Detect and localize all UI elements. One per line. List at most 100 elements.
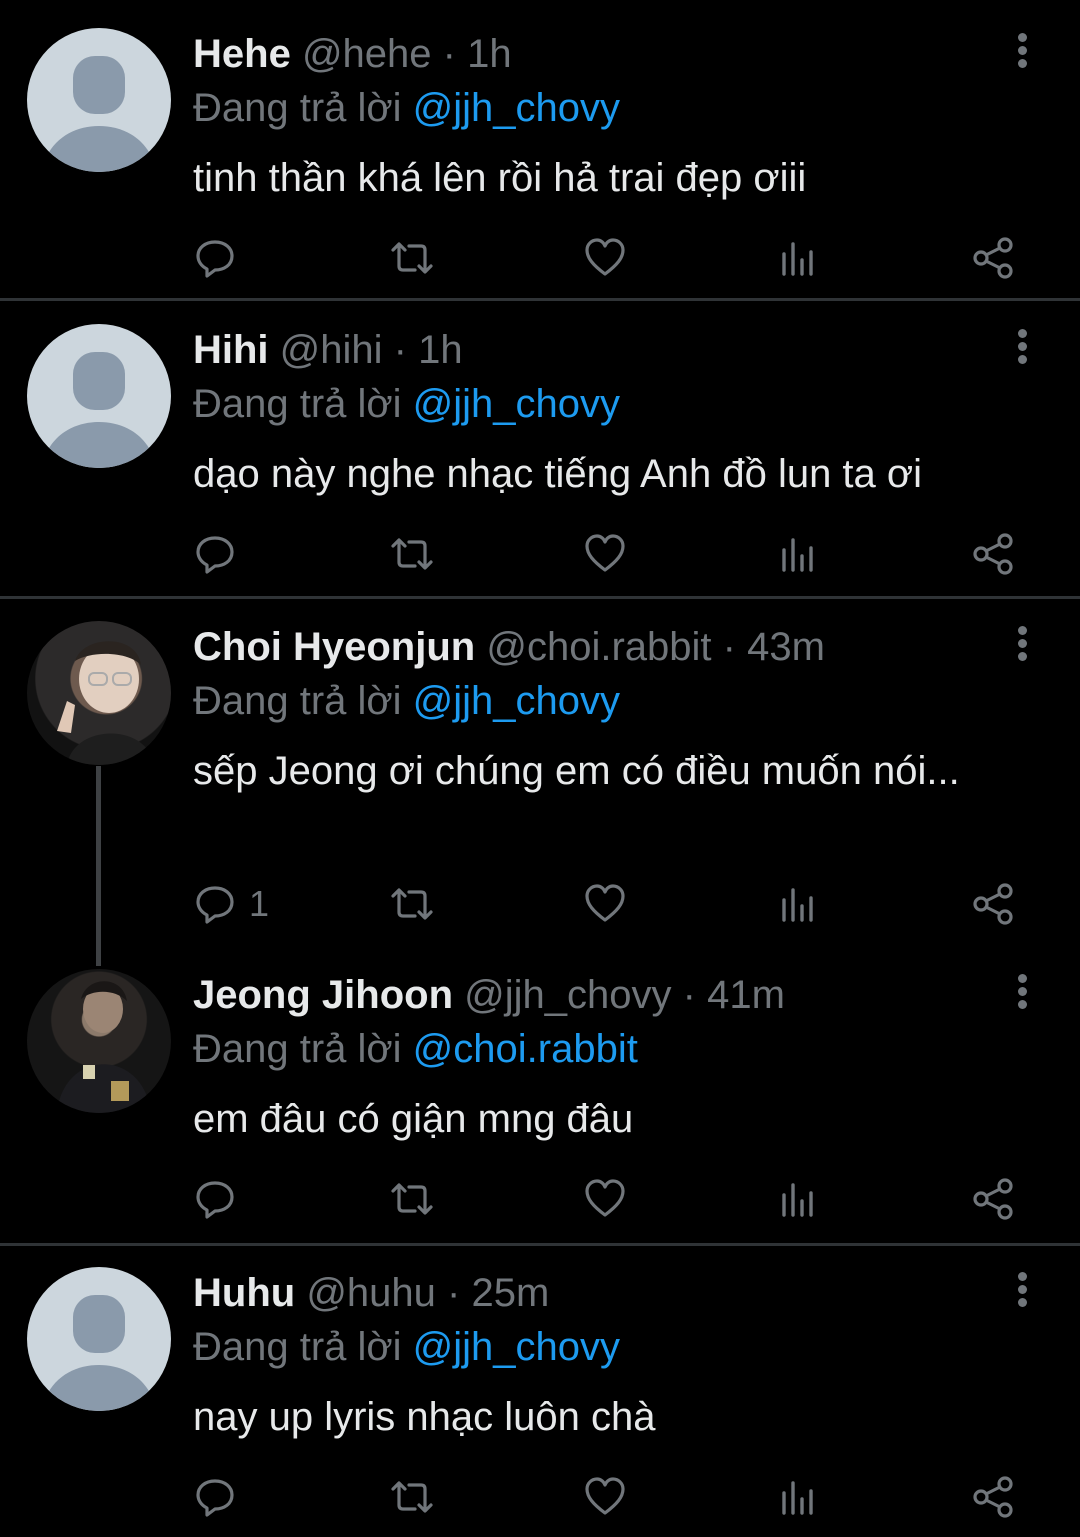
action-bar <box>193 1472 1023 1522</box>
share-button[interactable] <box>971 529 1015 579</box>
reply-button[interactable] <box>193 1174 249 1224</box>
more-vertical-icon[interactable] <box>1006 33 1038 77</box>
timestamp[interactable]: 25m <box>471 1271 549 1315</box>
tweet[interactable]: Huhu @huhu · 25m Đang trả lời @jjh_chovy… <box>0 1267 1080 1537</box>
more-vertical-icon[interactable] <box>1006 626 1038 670</box>
replying-to: Đang trả lời @choi.rabbit <box>193 1023 638 1075</box>
tweet[interactable]: Hehe @hehe · 1h Đang trả lời @jjh_chovy … <box>0 28 1080 300</box>
share-button[interactable] <box>971 879 1015 929</box>
timestamp[interactable]: 1h <box>467 32 512 76</box>
reply-button[interactable] <box>193 1472 249 1522</box>
user-handle[interactable]: @hehe <box>302 32 432 76</box>
more-vertical-icon[interactable] <box>1006 1272 1038 1316</box>
retweet-button[interactable] <box>387 1174 437 1224</box>
timestamp[interactable]: 1h <box>418 328 463 372</box>
action-bar <box>193 529 1023 579</box>
views-button[interactable] <box>778 1472 818 1522</box>
separator: · <box>442 32 456 76</box>
tweet[interactable]: Hihi @hihi · 1h Đang trả lời @jjh_chovy … <box>0 324 1080 596</box>
display-name[interactable]: Jeong Jihoon <box>193 973 453 1017</box>
retweet-button[interactable] <box>387 1472 437 1522</box>
avatar[interactable] <box>27 324 171 468</box>
like-button[interactable] <box>583 529 627 579</box>
divider <box>0 1243 1080 1246</box>
retweet-button[interactable] <box>387 233 437 283</box>
avatar[interactable] <box>27 969 171 1113</box>
more-vertical-icon[interactable] <box>1006 329 1038 373</box>
more-vertical-icon[interactable] <box>1006 974 1038 1018</box>
heart-icon <box>583 1177 627 1221</box>
display-name[interactable]: Hihi <box>193 328 269 372</box>
replying-to-label: Đang trả lời <box>193 382 402 426</box>
retweet-icon <box>387 236 437 280</box>
heart-icon <box>583 1475 627 1519</box>
reply-icon <box>193 236 237 280</box>
tweet[interactable]: Choi Hyeonjun @choi.rabbit · 43m Đang tr… <box>0 621 1080 961</box>
reply-button[interactable] <box>193 233 249 283</box>
retweet-button[interactable] <box>387 879 437 929</box>
tweet-text: dạo này nghe nhạc tiếng Anh đồ lun ta ơi <box>193 452 923 496</box>
mention-link[interactable]: @jjh_chovy <box>413 1325 620 1369</box>
timestamp[interactable]: 41m <box>707 973 785 1017</box>
retweet-icon <box>387 1177 437 1221</box>
replying-to: Đang trả lời @jjh_chovy <box>193 82 620 134</box>
display-name[interactable]: Huhu <box>193 1271 295 1315</box>
heart-icon <box>583 532 627 576</box>
mention-link[interactable]: @jjh_chovy <box>413 679 620 723</box>
heart-icon <box>583 236 627 280</box>
share-button[interactable] <box>971 233 1015 283</box>
reply-button[interactable]: 1 <box>193 879 269 929</box>
analytics-icon <box>778 882 818 926</box>
timestamp[interactable]: 43m <box>747 625 825 669</box>
tweet-text: tinh thần khá lên rồi hả trai đẹp ơiii <box>193 156 807 200</box>
views-button[interactable] <box>778 879 818 929</box>
analytics-icon <box>778 532 818 576</box>
mention-link[interactable]: @jjh_chovy <box>413 382 620 426</box>
user-handle[interactable]: @choi.rabbit <box>486 625 711 669</box>
share-icon <box>971 1475 1015 1519</box>
views-button[interactable] <box>778 233 818 283</box>
like-button[interactable] <box>583 879 627 929</box>
tweet-header: Jeong Jihoon @jjh_chovy · 41m <box>193 969 1000 1021</box>
like-button[interactable] <box>583 1174 627 1224</box>
mention-link[interactable]: @choi.rabbit <box>413 1027 638 1071</box>
tweet-text: sếp Jeong ơi chúng em có điều muốn nói..… <box>193 749 960 793</box>
default-avatar-icon <box>41 1295 157 1411</box>
reply-icon <box>193 1475 237 1519</box>
tweet-header: Hihi @hihi · 1h <box>193 324 1000 376</box>
action-bar <box>193 233 1023 283</box>
avatar[interactable] <box>27 621 171 765</box>
reply-icon <box>193 1177 237 1221</box>
like-button[interactable] <box>583 233 627 283</box>
mention-link[interactable]: @jjh_chovy <box>413 86 620 130</box>
replying-to: Đang trả lời @jjh_chovy <box>193 1321 620 1373</box>
avatar[interactable] <box>27 28 171 172</box>
user-handle[interactable]: @jjh_chovy <box>464 973 671 1017</box>
reply-icon <box>193 532 237 576</box>
default-avatar-icon <box>41 56 157 172</box>
separator: · <box>447 1271 461 1315</box>
share-button[interactable] <box>971 1472 1015 1522</box>
user-handle[interactable]: @hihi <box>280 328 383 372</box>
tweet-header: Hehe @hehe · 1h <box>193 28 1000 80</box>
profile-photo-icon <box>57 641 155 765</box>
reply-button[interactable] <box>193 529 249 579</box>
views-button[interactable] <box>778 1174 818 1224</box>
tweet-header: Choi Hyeonjun @choi.rabbit · 43m <box>193 621 1000 673</box>
retweet-button[interactable] <box>387 529 437 579</box>
retweet-icon <box>387 1475 437 1519</box>
reply-count: 1 <box>249 883 270 924</box>
display-name[interactable]: Choi Hyeonjun <box>193 625 475 669</box>
share-button[interactable] <box>971 1174 1015 1224</box>
like-button[interactable] <box>583 1472 627 1522</box>
separator: · <box>393 328 407 372</box>
replying-to-label: Đang trả lời <box>193 86 402 130</box>
tweet[interactable]: Jeong Jihoon @jjh_chovy · 41m Đang trả l… <box>0 969 1080 1241</box>
display-name[interactable]: Hehe <box>193 32 291 76</box>
replying-to-label: Đang trả lời <box>193 1325 402 1369</box>
avatar[interactable] <box>27 1267 171 1411</box>
divider <box>0 596 1080 599</box>
user-handle[interactable]: @huhu <box>306 1271 436 1315</box>
reply-icon <box>193 882 237 926</box>
views-button[interactable] <box>778 529 818 579</box>
